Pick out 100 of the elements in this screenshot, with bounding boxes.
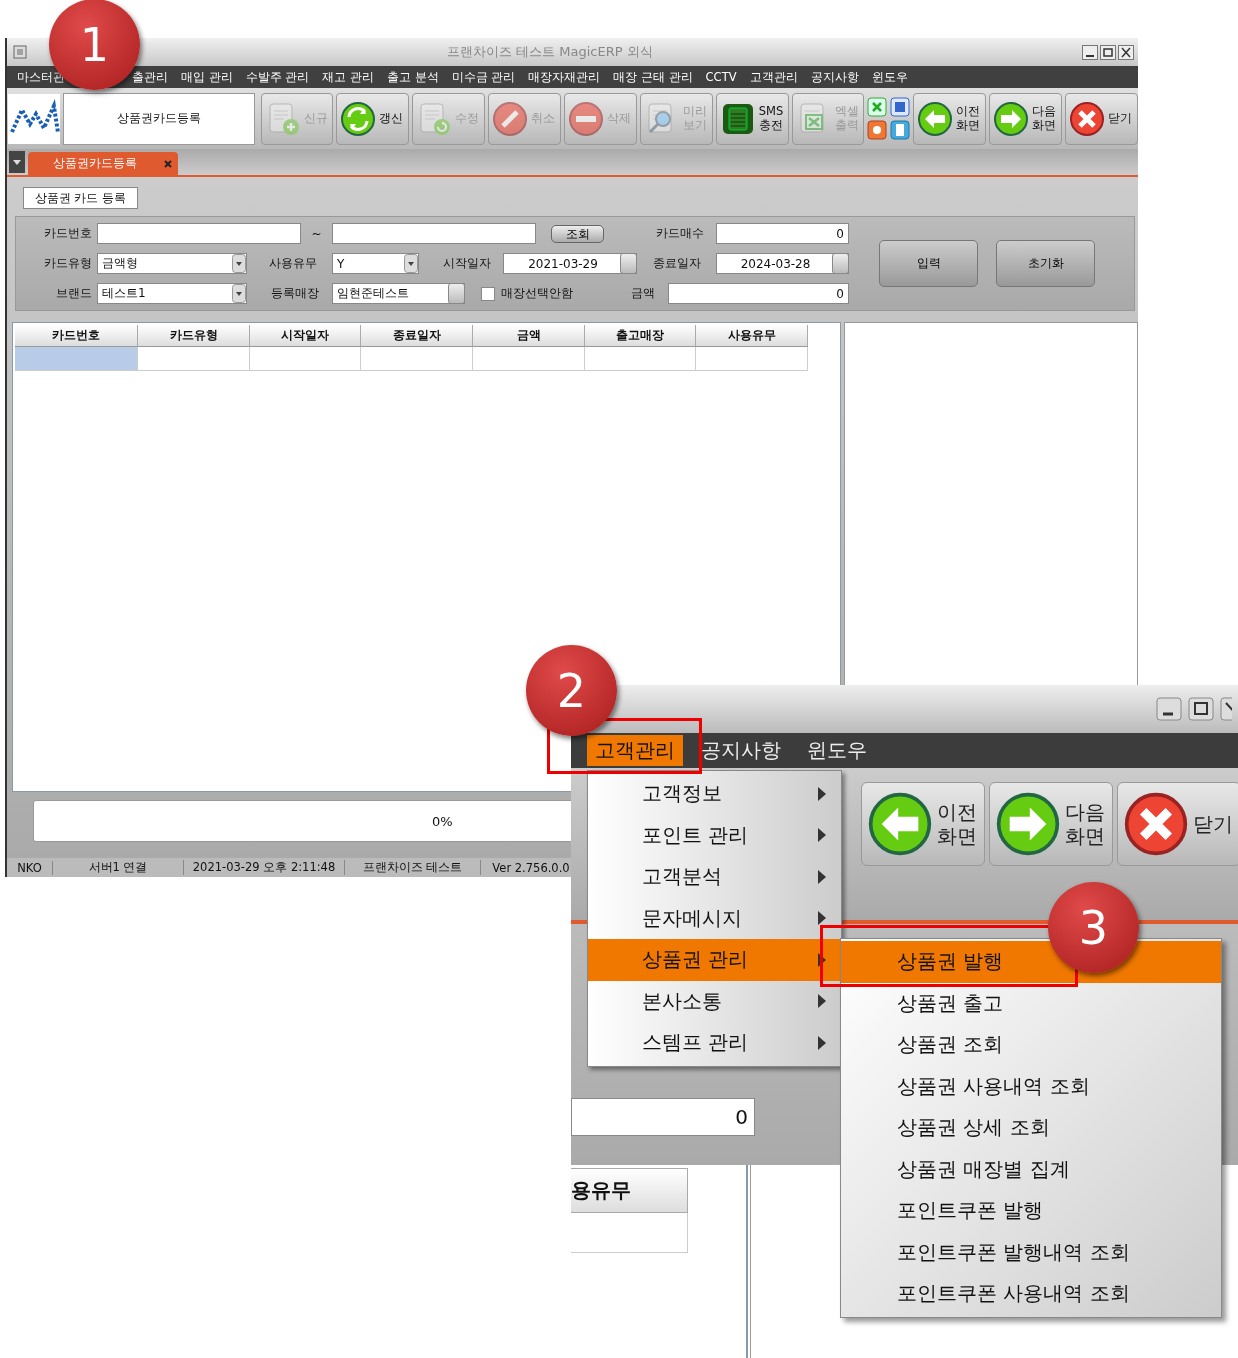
toolbar-button[interactable]: 이전 화면 bbox=[861, 782, 985, 866]
menu-item[interactable]: 수발주 관리 bbox=[245, 69, 310, 85]
toolbar-button[interactable]: 다음 화면 bbox=[989, 92, 1063, 145]
file-icon[interactable] bbox=[890, 120, 911, 140]
menu-item[interactable]: 본사소통 bbox=[588, 980, 841, 1022]
status-item: 2021-03-29 오후 2:11:48 bbox=[184, 860, 345, 875]
column-header[interactable]: 카드유형 bbox=[138, 325, 250, 347]
dropdown-field[interactable]: Y bbox=[332, 253, 419, 274]
action-button[interactable]: 입력 bbox=[879, 240, 978, 287]
toolbar-button[interactable]: 닫기 bbox=[1117, 782, 1238, 866]
menu-item[interactable]: 고객관리 bbox=[749, 69, 798, 85]
table-cell[interactable] bbox=[571, 1213, 688, 1253]
menu-item[interactable]: 미수금 관리 bbox=[451, 69, 516, 85]
menu-item[interactable]: 매입 관리 bbox=[181, 69, 233, 85]
field-label: 사용유무 bbox=[268, 255, 318, 272]
refresh-icon bbox=[340, 100, 377, 137]
table-cell[interactable] bbox=[473, 347, 585, 371]
input-field[interactable] bbox=[332, 223, 536, 244]
menu-item[interactable]: 포인트쿠폰 발행 bbox=[841, 1190, 1221, 1232]
menu-item[interactable]: 매장자재관리 bbox=[528, 69, 601, 85]
tab[interactable]: 상품권카드등록 bbox=[28, 152, 178, 175]
menu-item[interactable]: 포인트쿠폰 사용내역 조회 bbox=[841, 1273, 1221, 1315]
menu-item[interactable]: 출관리 bbox=[132, 69, 168, 85]
logo-icon bbox=[8, 93, 60, 144]
menu-item[interactable]: 공지사항 bbox=[693, 735, 789, 766]
table-cell[interactable] bbox=[696, 347, 808, 371]
field-label: 카드번호 bbox=[43, 225, 93, 242]
table-cell[interactable] bbox=[585, 347, 696, 371]
action-button[interactable]: 초기화 bbox=[996, 240, 1095, 287]
menu-item[interactable]: 상품권 관리 bbox=[588, 939, 841, 981]
input-field[interactable] bbox=[97, 223, 301, 244]
date-field[interactable]: 2024-03-28 bbox=[716, 253, 849, 274]
menu-item[interactable]: 문자메시지 bbox=[588, 897, 841, 939]
menu-item[interactable]: 윈도우 bbox=[799, 735, 875, 766]
number-field[interactable]: 0 bbox=[571, 1098, 755, 1136]
slides-icon[interactable] bbox=[867, 120, 888, 140]
system-menu-icon[interactable] bbox=[13, 45, 27, 59]
number-field[interactable]: 0 bbox=[668, 283, 849, 304]
maximize-icon[interactable] bbox=[1188, 697, 1214, 721]
menu-item[interactable]: 상품권 상세 조회 bbox=[841, 1107, 1221, 1149]
toolbar-button[interactable]: 닫기 bbox=[1065, 92, 1138, 145]
submenu-arrow-icon bbox=[817, 910, 827, 927]
minus-circle-icon bbox=[567, 100, 604, 137]
toolbar-button[interactable]: 갱신 bbox=[336, 92, 410, 145]
menu-item[interactable]: 상품권 사용내역 조회 bbox=[841, 1065, 1221, 1107]
field-label: 브랜드 bbox=[55, 285, 93, 302]
cancel-icon bbox=[492, 100, 529, 137]
close-icon[interactable] bbox=[1220, 697, 1232, 721]
menu-item[interactable]: 고객정보 bbox=[588, 773, 841, 815]
column-header[interactable]: 시작일자 bbox=[250, 325, 361, 347]
column-header[interactable]: 종료일자 bbox=[361, 325, 473, 347]
toolbar-button[interactable]: SMS 충전 bbox=[715, 92, 789, 145]
table-cell[interactable] bbox=[250, 347, 361, 371]
close-icon[interactable] bbox=[1118, 44, 1134, 60]
progress-reading: 0% bbox=[432, 813, 453, 829]
dropdown-field[interactable]: 금액형 bbox=[97, 253, 247, 274]
menu-item[interactable]: 고객관리 bbox=[587, 735, 683, 766]
store-picker-field[interactable]: 임현준테스트 bbox=[332, 283, 465, 304]
search-button[interactable]: 조회 bbox=[551, 224, 604, 243]
menu-item[interactable]: 재고 관리 bbox=[322, 69, 374, 85]
date-field[interactable]: 2021-03-29 bbox=[503, 253, 637, 274]
field-label: 카드유형 bbox=[43, 255, 93, 272]
menu-item[interactable]: 출고 분석 bbox=[386, 69, 439, 85]
menu-item[interactable]: 포인트쿠폰 발행내역 조회 bbox=[841, 1231, 1221, 1273]
menu-item[interactable]: 매장 근태 관리 bbox=[613, 69, 693, 85]
submenu-arrow-icon bbox=[817, 1034, 827, 1051]
spreadsheet-icon[interactable] bbox=[867, 97, 888, 117]
menu-item[interactable]: 고객분석 bbox=[588, 856, 841, 898]
dropdown-field[interactable]: 테스트1 bbox=[97, 283, 247, 304]
table-cell[interactable] bbox=[138, 347, 250, 371]
field-label: 종료일자 bbox=[652, 255, 702, 272]
column-header[interactable]: 금액 bbox=[473, 325, 585, 347]
minimize-icon[interactable] bbox=[1082, 44, 1098, 60]
menu-item[interactable]: CCTV bbox=[705, 70, 737, 84]
dropdown-icon[interactable] bbox=[9, 151, 25, 173]
submenu-arrow-icon bbox=[817, 785, 827, 802]
column-header[interactable]: 출고매장 bbox=[585, 325, 696, 347]
menu-item[interactable]: 포인트 관리 bbox=[588, 814, 841, 856]
document-icon[interactable] bbox=[890, 97, 911, 117]
status-item: 서버1 연결 bbox=[53, 860, 184, 875]
minimize-icon[interactable] bbox=[1156, 697, 1182, 721]
menu-item[interactable]: 상품권 출고 bbox=[841, 982, 1221, 1024]
column-header[interactable]: 사용유무 bbox=[696, 325, 808, 347]
column-header[interactable]: 카드번호 bbox=[15, 325, 138, 347]
menu-item[interactable]: 스템프 관리 bbox=[588, 1022, 841, 1064]
submenu-arrow-icon bbox=[817, 993, 827, 1010]
table-cell[interactable] bbox=[361, 347, 473, 371]
checkbox[interactable] bbox=[481, 286, 495, 301]
close-icon bbox=[1069, 100, 1106, 137]
menu-item[interactable]: 상품권 매장별 집계 bbox=[841, 1148, 1221, 1190]
maximize-icon[interactable] bbox=[1100, 44, 1116, 60]
menu-item[interactable]: 상품권 조회 bbox=[841, 1024, 1221, 1066]
table-cell[interactable] bbox=[15, 347, 138, 371]
screen-name: 상품권카드등록 bbox=[62, 92, 255, 145]
toolbar-button[interactable]: 이전 화면 bbox=[913, 92, 987, 145]
menu-item[interactable]: 공지사항 bbox=[810, 69, 859, 85]
number-field[interactable]: 0 bbox=[716, 223, 849, 244]
menu-item[interactable]: 윈도우 bbox=[871, 69, 908, 85]
column-header[interactable]: 용유무 bbox=[571, 1168, 688, 1213]
toolbar-button[interactable]: 다음 화면 bbox=[989, 782, 1113, 866]
